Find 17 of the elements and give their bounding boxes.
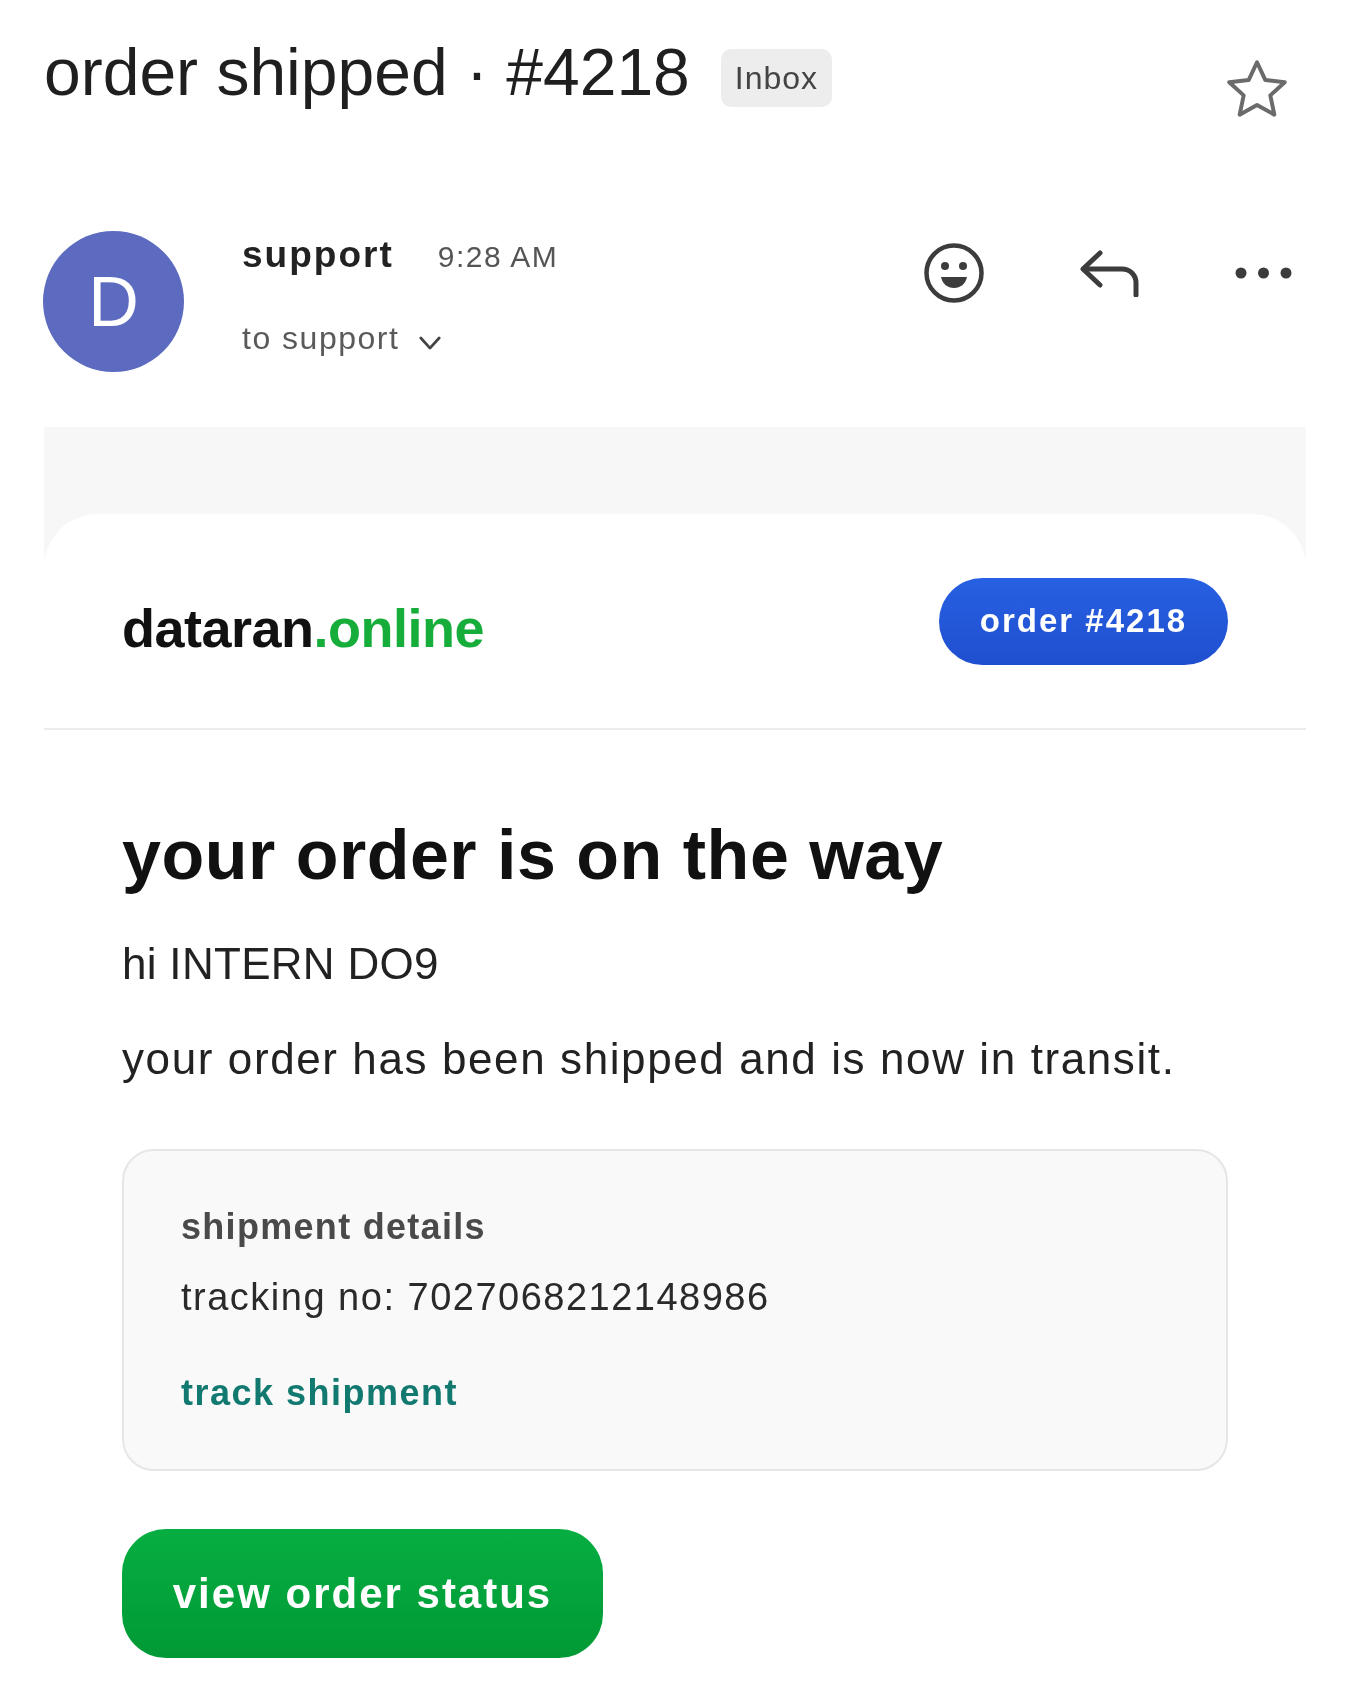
shipment-title: shipment details — [181, 1205, 486, 1249]
sender-avatar: D — [43, 231, 184, 372]
order-number-badge: order #4218 — [939, 577, 1228, 665]
intro-text: your order has been shipped and is now in transit. — [122, 1033, 1176, 1085]
sender-name: support — [242, 233, 394, 277]
more-options-icon[interactable] — [1235, 267, 1292, 279]
email-subject: order shipped · #4218 — [44, 34, 690, 110]
email-heading: your order is on the way — [122, 815, 944, 896]
inbox-label[interactable]: Inbox — [720, 49, 833, 107]
track-shipment-link[interactable]: track shipment — [181, 1371, 459, 1415]
greeting-text: hi INTERN DO9 — [122, 938, 439, 990]
chevron-down-icon[interactable] — [419, 335, 442, 351]
recipient-text[interactable]: to support — [242, 318, 400, 358]
smiley-face-icon[interactable] — [924, 243, 984, 303]
tracking-number: tracking no: 7027068212148986 — [181, 1275, 770, 1320]
brand-logo: dataran.online — [122, 597, 485, 660]
message-time: 9:28 AM — [437, 239, 559, 275]
